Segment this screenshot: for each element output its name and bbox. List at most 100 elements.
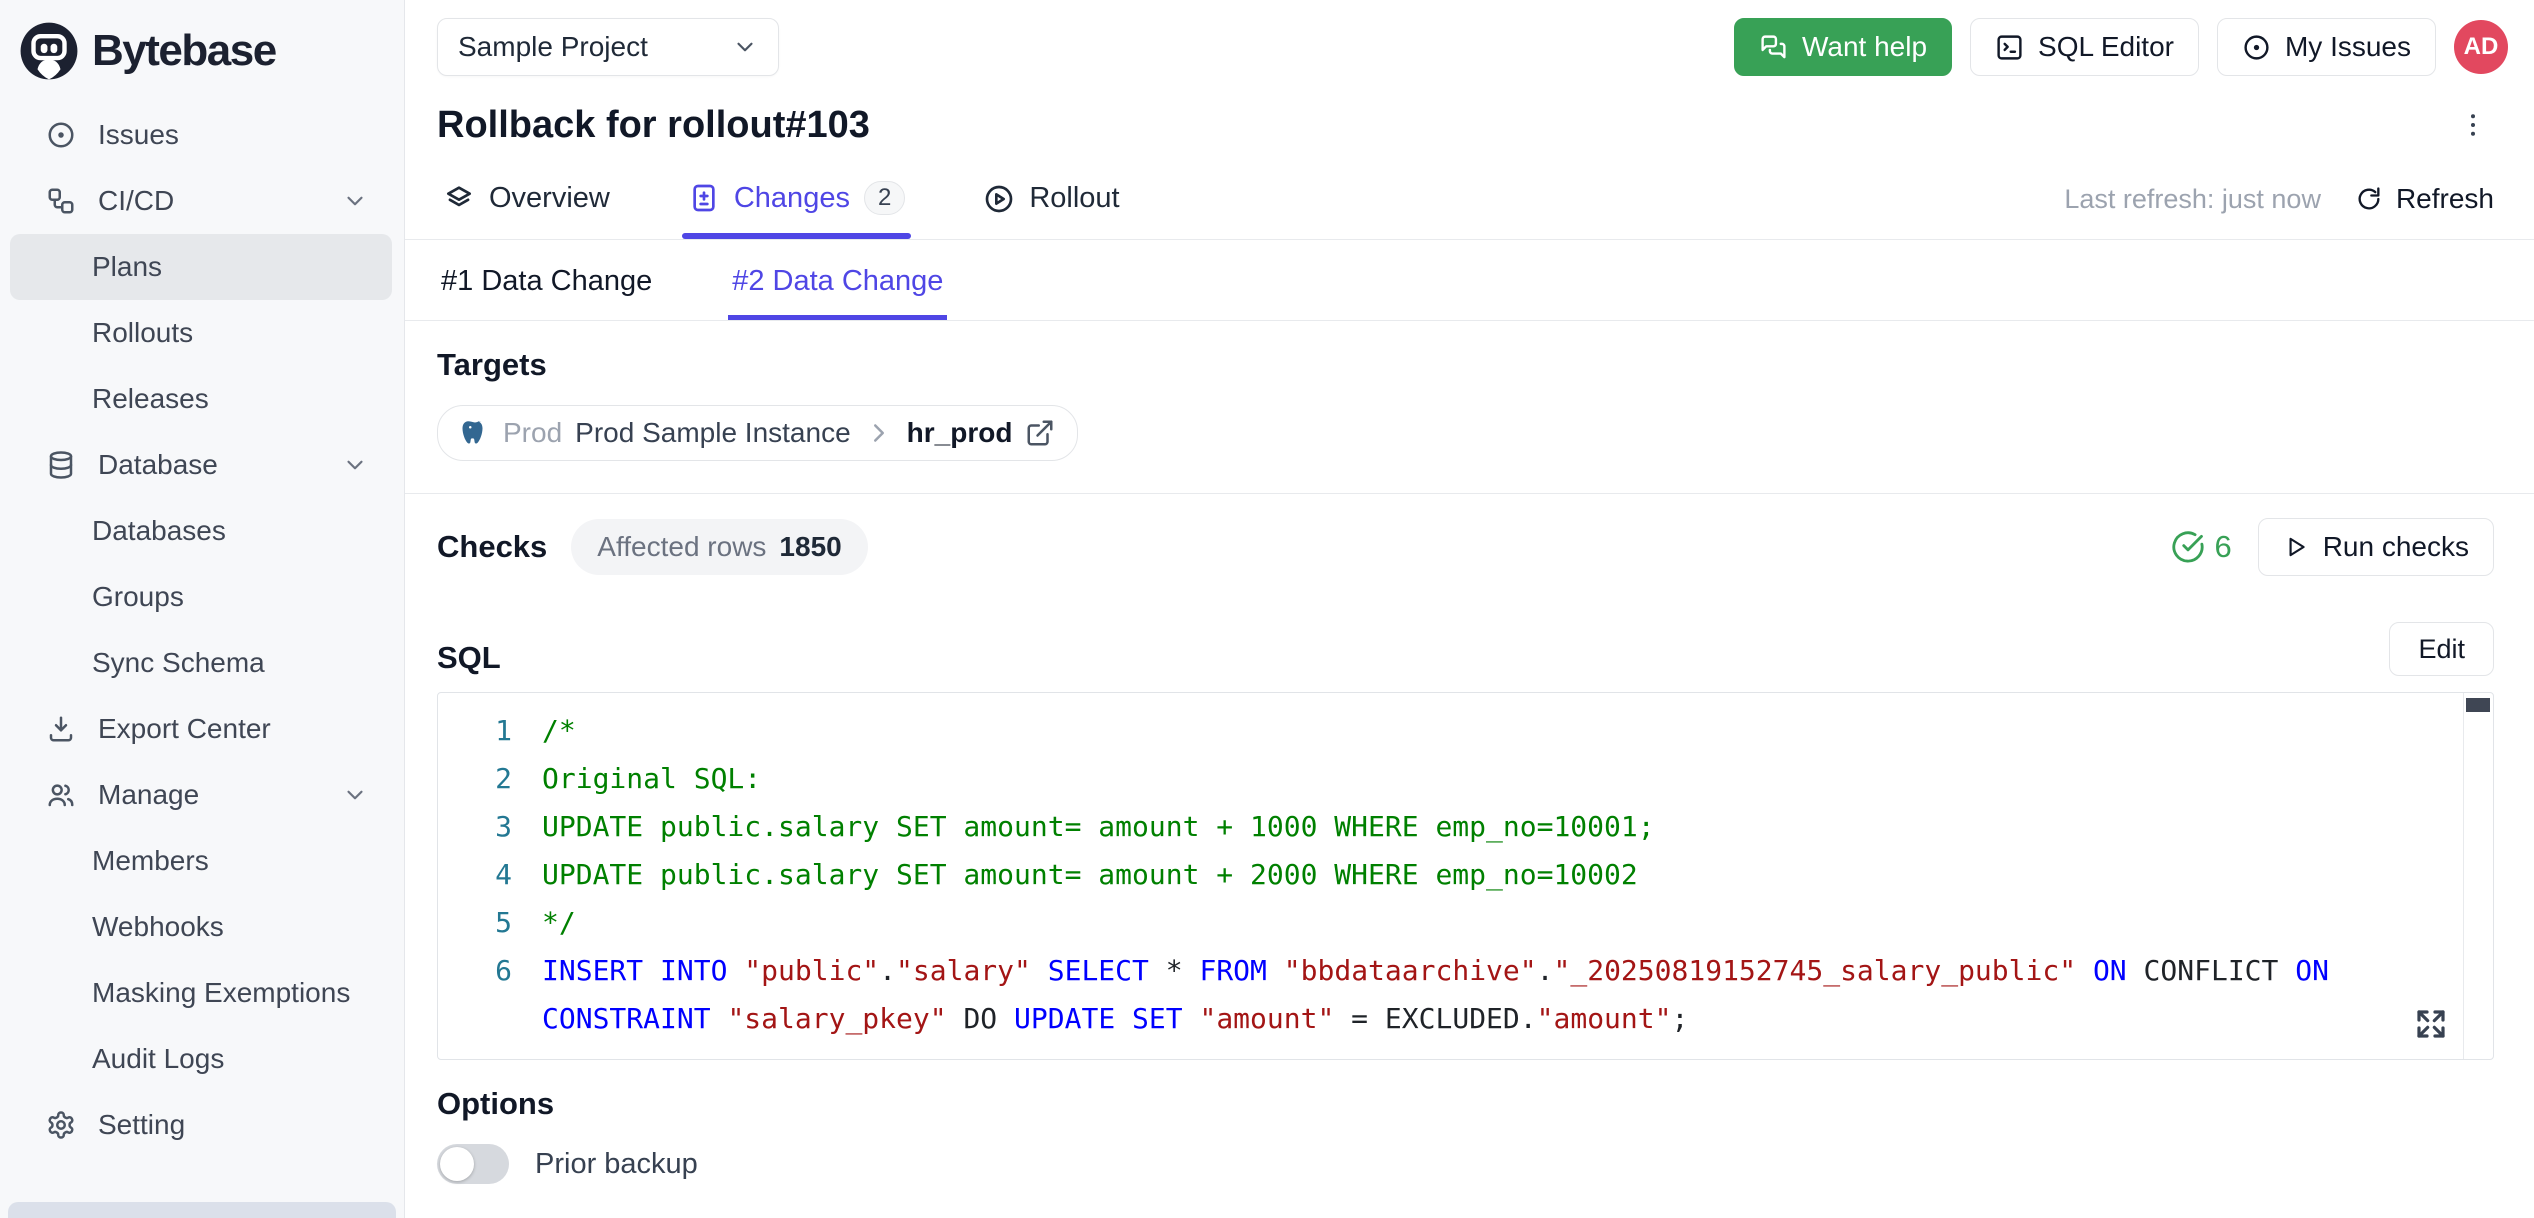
refresh-area: Last refresh: just now Refresh xyxy=(2064,183,2494,239)
bytebase-logo[interactable]: Bytebase xyxy=(0,14,404,102)
external-link-icon[interactable] xyxy=(1025,418,1055,448)
play-circle-icon xyxy=(983,183,1015,215)
sql-section: SQL Edit 1/*2Original SQL:3UPDATE public… xyxy=(405,600,2534,1060)
chevron-down-icon xyxy=(342,452,368,478)
terminal-icon xyxy=(1995,33,2024,62)
line-number: 1 xyxy=(438,707,542,755)
my-issues-label: My Issues xyxy=(2285,31,2411,63)
tab-label: Changes xyxy=(734,182,850,215)
issue-icon xyxy=(46,120,76,150)
chevron-down-icon xyxy=(732,34,758,60)
refresh-label: Refresh xyxy=(2396,183,2494,215)
sidebar-item-masking-exemptions[interactable]: Masking Exemptions xyxy=(10,960,392,1026)
sidebar-item-label: Sync Schema xyxy=(92,647,265,679)
tab-badge: 2 xyxy=(864,181,905,215)
sql-code-text: UPDATE public.salary SET amount= amount … xyxy=(542,851,2493,899)
gear-icon xyxy=(46,1110,76,1140)
sidebar-item-label: Database xyxy=(98,449,218,481)
sql-code: 1/*2Original SQL:3UPDATE public.salary S… xyxy=(438,707,2493,1043)
sidebar-item-sync-schema[interactable]: Sync Schema xyxy=(10,630,392,696)
tab-rollout[interactable]: Rollout xyxy=(977,182,1125,239)
sql-editor-button[interactable]: SQL Editor xyxy=(1970,18,2199,76)
target-database-name: hr_prod xyxy=(907,417,1013,449)
sidebar-item-plans[interactable]: Plans xyxy=(10,234,392,300)
brand-name: Bytebase xyxy=(92,26,276,76)
sidebar-item-label: Groups xyxy=(92,581,184,613)
sidebar-item-label: Webhooks xyxy=(92,911,224,943)
sidebar-item-groups[interactable]: Groups xyxy=(10,564,392,630)
avatar-initials: AD xyxy=(2464,33,2499,61)
sql-header: SQL Edit xyxy=(437,622,2494,676)
maximize-icon xyxy=(2415,1008,2447,1040)
issue-icon xyxy=(2242,33,2271,62)
page-title: Rollback for rollout#103 xyxy=(437,104,870,147)
sidebar-item-issues[interactable]: Issues xyxy=(10,102,392,168)
sql-editor-viewer[interactable]: 1/*2Original SQL:3UPDATE public.salary S… xyxy=(437,692,2494,1060)
sql-code-text: Original SQL: xyxy=(542,755,2493,803)
tab-label: Overview xyxy=(489,182,610,215)
download-icon xyxy=(46,714,76,744)
tab-overview[interactable]: Overview xyxy=(437,182,616,239)
sidebar-item-rollouts[interactable]: Rollouts xyxy=(10,300,392,366)
checks-heading: Checks xyxy=(437,529,547,565)
toggle-knob xyxy=(440,1147,474,1181)
kebab-menu-button[interactable] xyxy=(2452,104,2494,151)
sidebar-item-members[interactable]: Members xyxy=(10,828,392,894)
sidebar-item-label: Setting xyxy=(98,1109,185,1141)
sidebar-item-database[interactable]: Database xyxy=(10,432,392,498)
line-number: 3 xyxy=(438,803,542,851)
sidebar-item-databases[interactable]: Databases xyxy=(10,498,392,564)
project-selector-value: Sample Project xyxy=(458,31,648,63)
sql-editor-label: SQL Editor xyxy=(2038,31,2174,63)
subtab-2-data-change[interactable]: #2 Data Change xyxy=(728,240,947,320)
subtab-label: #2 Data Change xyxy=(732,265,943,297)
options-heading: Options xyxy=(437,1086,2494,1122)
sidebar-item-webhooks[interactable]: Webhooks xyxy=(10,894,392,960)
target-database-link[interactable]: Prod Prod Sample Instance hr_prod xyxy=(437,405,1078,461)
topbar: Sample Project Want help SQL Editor My I… xyxy=(405,0,2534,76)
sidebar-item-audit-logs[interactable]: Audit Logs xyxy=(10,1026,392,1092)
project-selector[interactable]: Sample Project xyxy=(437,18,779,76)
tabs-row: Overview Changes 2 Rollout Last refresh:… xyxy=(405,151,2534,239)
sidebar-item-label: Releases xyxy=(92,383,209,415)
avatar[interactable]: AD xyxy=(2454,20,2508,74)
edit-label: Edit xyxy=(2418,634,2465,665)
run-checks-button[interactable]: Run checks xyxy=(2258,518,2494,576)
postgresql-icon xyxy=(460,418,490,448)
sidebar-item-cicd[interactable]: CI/CD xyxy=(10,168,392,234)
target-environment: Prod xyxy=(503,417,562,449)
line-number: 4 xyxy=(438,851,542,899)
checks-passed-badge[interactable]: 6 xyxy=(2171,529,2231,565)
subtab-1-data-change[interactable]: #1 Data Change xyxy=(437,240,656,320)
sidebar-bottom-card[interactable] xyxy=(8,1202,396,1218)
sidebar-item-releases[interactable]: Releases xyxy=(10,366,392,432)
targets-section: Targets Prod Prod Sample Instance hr_pro… xyxy=(405,321,2534,493)
line-number: 6 xyxy=(438,947,542,1043)
refresh-button[interactable]: Refresh xyxy=(2355,183,2494,215)
sidebar-item-export-center[interactable]: Export Center xyxy=(10,696,392,762)
chat-icon xyxy=(1759,33,1788,62)
code-scrollbar-thumb[interactable] xyxy=(2466,698,2490,712)
sidebar-item-label: Rollouts xyxy=(92,317,193,349)
sidebar-item-manage[interactable]: Manage xyxy=(10,762,392,828)
want-help-button[interactable]: Want help xyxy=(1734,18,1952,76)
edit-sql-button[interactable]: Edit xyxy=(2389,622,2494,676)
sidebar-item-setting[interactable]: Setting xyxy=(10,1092,392,1158)
checks-actions: 6 Run checks xyxy=(2171,518,2494,576)
tab-label: Rollout xyxy=(1029,182,1119,215)
sidebar-item-label: Masking Exemptions xyxy=(92,977,350,1009)
file-diff-icon xyxy=(688,182,720,214)
sql-line: 4UPDATE public.salary SET amount= amount… xyxy=(438,851,2493,899)
prior-backup-label: Prior backup xyxy=(535,1148,698,1181)
options-section: Options Prior backup xyxy=(405,1060,2534,1184)
users-icon xyxy=(46,780,76,810)
prior-backup-toggle[interactable] xyxy=(437,1144,509,1184)
sidebar: Bytebase Issues CI/CD Plans Rollouts Rel… xyxy=(0,0,405,1218)
code-scrollbar[interactable] xyxy=(2463,693,2493,1059)
expand-button[interactable] xyxy=(2415,1008,2447,1045)
tab-changes[interactable]: Changes 2 xyxy=(682,181,911,239)
my-issues-button[interactable]: My Issues xyxy=(2217,18,2436,76)
sql-line: 5*/ xyxy=(438,899,2493,947)
line-number: 2 xyxy=(438,755,542,803)
sql-line: 6INSERT INTO "public"."salary" SELECT * … xyxy=(438,947,2493,1043)
